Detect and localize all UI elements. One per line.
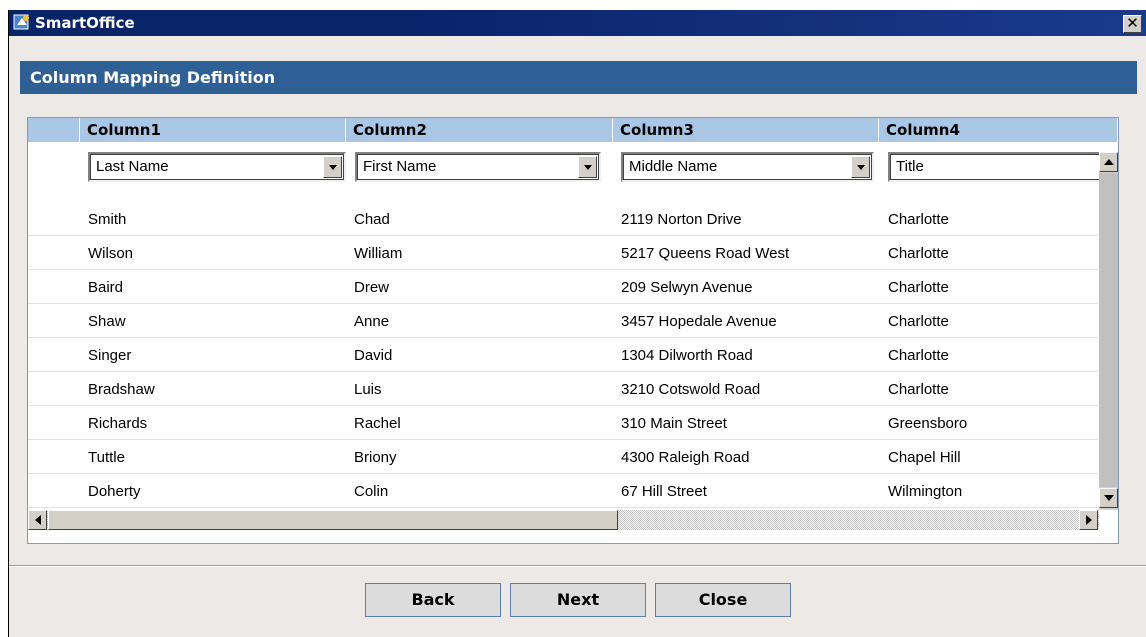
- close-icon[interactable]: ✕: [1123, 15, 1142, 33]
- table-cell: Charlotte: [888, 381, 949, 398]
- column3-mapping-select[interactable]: Middle Name: [621, 152, 874, 182]
- table-cell: Chapel Hill: [888, 449, 961, 466]
- table-cell: Greensboro: [888, 415, 968, 432]
- table-cell: Wilson: [88, 245, 134, 262]
- table-cell: Charlotte: [888, 347, 949, 364]
- select-value: Last Name: [96, 158, 169, 175]
- table-cell: 209 Selwyn Avenue: [621, 279, 753, 296]
- smartoffice-window: SmartOffice ✕ Column Mapping Definition …: [8, 10, 1146, 637]
- column-header-label: Column3: [620, 121, 694, 139]
- table-row[interactable]: Wilson William 5217 Queens Road West Charlo…: [28, 236, 1098, 270]
- column-header-2[interactable]: Column2: [346, 118, 613, 142]
- table-cell: Colin: [354, 483, 389, 500]
- table-cell: 2119 Norton Drive: [621, 211, 742, 228]
- table-cell: 67 Hill Street: [621, 483, 707, 500]
- column-header-3[interactable]: Column3: [613, 118, 879, 142]
- table-cell: Luis: [354, 381, 382, 398]
- scroll-up-icon[interactable]: [1099, 152, 1118, 172]
- table-cell: 4300 Raleigh Road: [621, 449, 750, 466]
- column-mapping-grid: Column1 Column2 Column3 Column4 Last Nam…: [27, 117, 1119, 544]
- scroll-right-icon[interactable]: [1079, 510, 1098, 530]
- table-row[interactable]: Smith Chad 2119 Norton Drive Charlotte: [28, 202, 1098, 236]
- back-button[interactable]: Back: [365, 583, 501, 617]
- table-row[interactable]: Bradshaw Luis 3210 Cotswold Road Charlotte: [28, 372, 1098, 406]
- dropdown-arrow-icon[interactable]: [578, 156, 597, 178]
- column-header-4[interactable]: Column4: [879, 118, 1118, 142]
- vertical-scroll-thumb[interactable]: [1099, 173, 1118, 487]
- table-cell: 310 Main Street: [621, 415, 727, 432]
- table-cell: Drew: [354, 279, 390, 296]
- column1-mapping-select[interactable]: Last Name: [88, 152, 346, 182]
- table-cell: Wilmington: [888, 483, 963, 500]
- table-row[interactable]: Baird Drew 209 Selwyn Avenue Charlotte: [28, 270, 1098, 304]
- vertical-scrollbar[interactable]: [1099, 152, 1118, 510]
- table-cell: Charlotte: [888, 279, 949, 296]
- table-row[interactable]: Shaw Anne 3457 Hopedale Avenue Charlotte: [28, 304, 1098, 338]
- dropdown-arrow-icon[interactable]: [851, 156, 870, 178]
- table-cell: Charlotte: [888, 211, 949, 228]
- divider: [9, 565, 1146, 567]
- column-header-label: Column4: [886, 121, 960, 139]
- scroll-down-icon[interactable]: [1099, 488, 1118, 508]
- table-cell: Baird: [88, 279, 124, 296]
- table-cell: Chad: [354, 211, 390, 228]
- table-row[interactable]: Singer David 1304 Dilworth Road Charlotte: [28, 338, 1098, 372]
- next-button[interactable]: Next: [510, 583, 646, 617]
- select-value: Title: [896, 158, 924, 175]
- column-header-label: Column1: [87, 121, 161, 139]
- table-cell: Charlotte: [888, 245, 949, 262]
- column2-mapping-select[interactable]: First Name: [355, 152, 601, 182]
- table-cell: David: [354, 347, 393, 364]
- horizontal-scrollbar[interactable]: [28, 510, 1099, 530]
- table-cell: Anne: [354, 313, 390, 330]
- dropdown-arrow-icon[interactable]: [323, 156, 342, 178]
- table-cell: Briony: [354, 449, 397, 466]
- table-cell: William: [354, 245, 403, 262]
- scroll-left-icon[interactable]: [28, 510, 47, 530]
- column-header-label: Column2: [353, 121, 427, 139]
- select-value: Middle Name: [629, 158, 718, 175]
- table-cell: 3457 Hopedale Avenue: [621, 313, 777, 330]
- table-cell: Smith: [88, 211, 127, 228]
- table-cell: Doherty: [88, 483, 141, 500]
- table-cell: Richards: [88, 415, 148, 432]
- row-header-corner: [28, 118, 80, 142]
- table-row[interactable]: Richards Rachel 310 Main Street Greensboro: [28, 406, 1098, 440]
- section-heading: Column Mapping Definition: [30, 68, 276, 87]
- title-bar[interactable]: SmartOffice ✕: [9, 10, 1146, 36]
- window-title: SmartOffice: [35, 14, 135, 32]
- table-cell: 3210 Cotswold Road: [621, 381, 761, 398]
- table-cell: Bradshaw: [88, 381, 155, 398]
- table-cell: 1304 Dilworth Road: [621, 347, 753, 364]
- table-row[interactable]: Tuttle Briony 4300 Raleigh Road Chapel Hill: [28, 440, 1098, 474]
- table-cell: Singer: [88, 347, 132, 364]
- column-header-1[interactable]: Column1: [80, 118, 346, 142]
- column4-mapping-select[interactable]: Title: [888, 152, 1103, 182]
- table-cell: Shaw: [88, 313, 126, 330]
- table-row[interactable]: Doherty Colin 67 Hill Street Wilmington: [28, 474, 1098, 508]
- table-cell: Charlotte: [888, 313, 949, 330]
- table-cell: Rachel: [354, 415, 401, 432]
- select-value: First Name: [363, 158, 437, 175]
- table-cell: 5217 Queens Road West: [621, 245, 790, 262]
- smartoffice-app-icon: [13, 14, 29, 30]
- horizontal-scroll-thumb[interactable]: [48, 510, 618, 530]
- table-cell: Tuttle: [88, 449, 125, 466]
- close-button[interactable]: Close: [655, 583, 791, 617]
- section-header: Column Mapping Definition: [20, 61, 1137, 94]
